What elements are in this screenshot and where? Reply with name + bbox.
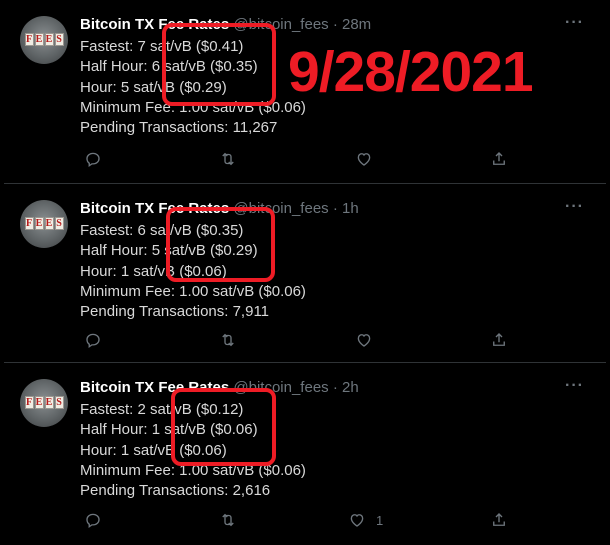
user-handle[interactable]: @bitcoin_fees: [233, 379, 328, 396]
reply-icon: [86, 152, 100, 168]
avatar[interactable]: F E E S: [20, 379, 68, 427]
timestamp[interactable]: 28m: [342, 16, 371, 33]
fastest-fee: Fastest: 7 sat/vB ($0.41): [80, 38, 244, 55]
pending-transactions: Pending Transactions: 2,616: [80, 482, 271, 500]
date-annotation: 9/28/2021: [288, 40, 534, 104]
avatar-letter: E: [34, 33, 44, 46]
user-handle[interactable]: @bitcoin_fees: [233, 200, 328, 217]
like-button[interactable]: [355, 329, 383, 351]
display-name[interactable]: Bitcoin TX Fee Rates: [80, 200, 229, 217]
tweet[interactable]: F E E S Bitcoin TX Fee Rates @bitcoin_fe…: [4, 363, 606, 545]
user-handle[interactable]: @bitcoin_fees: [233, 16, 328, 33]
retweet-icon: [222, 152, 234, 166]
avatar-letter: E: [44, 33, 54, 46]
tweet-header: Bitcoin TX Fee Rates @bitcoin_fees · 1h: [80, 199, 359, 219]
share-button[interactable]: [490, 509, 508, 531]
share-button[interactable]: [490, 148, 508, 170]
tweet-actions: [80, 329, 510, 351]
tweet-text: Fastest: 7 sat/vB ($0.41) Half Hour: 6 s…: [80, 37, 306, 138]
minimum-fee: Minimum Fee: 1.00 sat/vB ($0.06): [80, 98, 306, 116]
fastest-fee: Fastest: 6 sat/vB ($0.35): [80, 222, 244, 239]
avatar-letter: E: [34, 217, 44, 230]
hour-fee: Hour: 1 sat/vB ($0.06): [80, 262, 227, 280]
separator-dot: ·: [332, 200, 338, 217]
pending-transactions: Pending Transactions: 7,911: [80, 303, 270, 321]
separator-dot: ·: [332, 16, 338, 33]
timestamp[interactable]: 2h: [342, 379, 359, 396]
retweet-icon: [222, 333, 234, 347]
avatar-letter: F: [24, 217, 34, 230]
retweet-button[interactable]: [219, 509, 237, 531]
reply-button[interactable]: [84, 148, 102, 170]
half-hour-fee: Half Hour: 5 sat/vB ($0.29): [80, 242, 258, 260]
share-icon: [493, 513, 505, 526]
reply-button[interactable]: [84, 329, 102, 351]
timestamp[interactable]: 1h: [342, 200, 359, 217]
tweet-header: Bitcoin TX Fee Rates @bitcoin_fees · 2h: [80, 378, 359, 398]
tweet-text: Fastest: 6 sat/vB ($0.35) Half Hour: 5 s…: [80, 221, 306, 322]
like-count: 1: [376, 512, 384, 528]
pending-transactions: Pending Transactions: 11,267: [80, 119, 278, 137]
retweet-icon: [222, 513, 234, 527]
reply-icon: [86, 513, 100, 529]
avatar-letter: S: [54, 396, 64, 409]
avatar[interactable]: F E E S: [20, 16, 68, 64]
like-button[interactable]: 1: [348, 509, 383, 531]
display-name[interactable]: Bitcoin TX Fee Rates: [80, 379, 229, 396]
fastest-fee: Fastest: 2 sat/vB ($0.12): [80, 401, 244, 418]
avatar-letter: F: [24, 33, 34, 46]
more-options-icon[interactable]: ···: [565, 198, 584, 216]
reply-icon: [86, 333, 100, 349]
tweet-actions: [80, 148, 510, 170]
avatar-letter: S: [54, 217, 64, 230]
reply-button[interactable]: [84, 509, 102, 531]
avatar-letter: E: [44, 396, 54, 409]
share-icon: [493, 152, 505, 165]
more-options-icon[interactable]: ···: [565, 14, 584, 32]
hour-fee: Hour: 1 sat/vB ($0.06): [80, 441, 227, 459]
half-hour-fee: Half Hour: 6 sat/vB ($0.35): [80, 58, 258, 76]
more-options-icon[interactable]: ···: [565, 377, 584, 395]
tweet-text: Fastest: 2 sat/vB ($0.12) Half Hour: 1 s…: [80, 400, 306, 501]
tweet-actions: 1: [80, 509, 510, 531]
like-button[interactable]: [355, 148, 383, 170]
tweet[interactable]: F E E S Bitcoin TX Fee Rates @bitcoin_fe…: [4, 184, 606, 363]
separator-dot: ·: [332, 379, 338, 396]
avatar-letter: F: [24, 396, 34, 409]
avatar-letter: E: [44, 217, 54, 230]
like-icon: [357, 334, 371, 347]
share-button[interactable]: [490, 329, 508, 351]
avatar-letter: E: [34, 396, 44, 409]
display-name[interactable]: Bitcoin TX Fee Rates: [80, 16, 229, 33]
tweet-header: Bitcoin TX Fee Rates @bitcoin_fees · 28m: [80, 15, 371, 35]
minimum-fee: Minimum Fee: 1.00 sat/vB ($0.06): [80, 461, 306, 479]
minimum-fee: Minimum Fee: 1.00 sat/vB ($0.06): [80, 282, 306, 300]
hour-fee: Hour: 5 sat/vB ($0.29): [80, 78, 227, 96]
half-hour-fee: Half Hour: 1 sat/vB ($0.06): [80, 421, 258, 439]
share-icon: [493, 333, 505, 346]
avatar-letter: S: [54, 33, 64, 46]
retweet-button[interactable]: [219, 148, 237, 170]
like-icon: [350, 514, 364, 527]
retweet-button[interactable]: [219, 329, 237, 351]
avatar[interactable]: F E E S: [20, 200, 68, 248]
like-icon: [357, 153, 371, 166]
